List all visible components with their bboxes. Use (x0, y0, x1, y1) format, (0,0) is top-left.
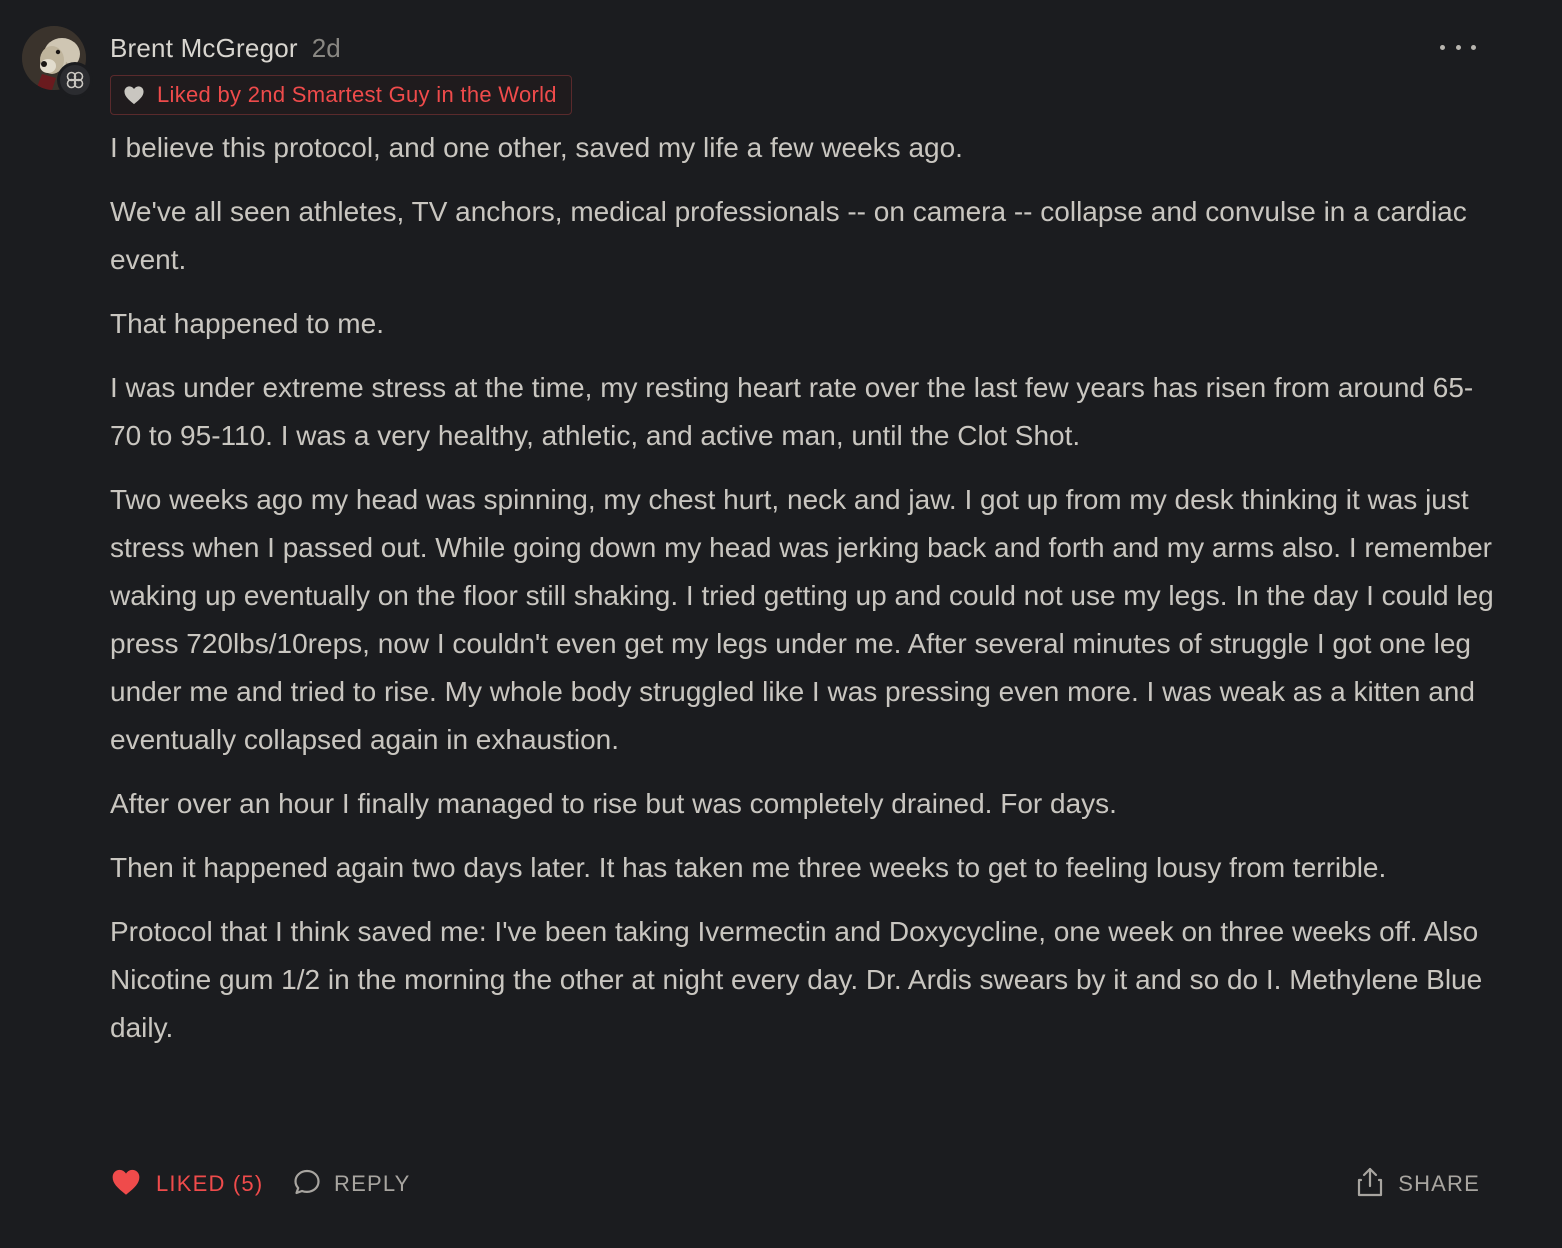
more-horizontal-icon-dot (1440, 44, 1445, 50)
comment-paragraph: Two weeks ago my head was spinning, my c… (110, 484, 1494, 755)
share-upload-icon (1356, 1166, 1384, 1203)
timestamp[interactable]: 2d (312, 33, 341, 64)
share-label: SHARE (1398, 1171, 1480, 1196)
comment-paragraph: After over an hour I finally managed to … (110, 788, 1117, 819)
liked-by-badge: Liked by 2nd Smartest Guy in the World (110, 75, 572, 115)
comment-paragraph: We've all seen athletes, TV anchors, med… (110, 196, 1467, 275)
comment-body: I believe this protocol, and one other, … (110, 124, 1500, 1068)
more-horizontal-icon-dot (1471, 44, 1476, 50)
comment-paragraph: That happened to me. (110, 308, 384, 339)
reply-button[interactable]: REPLY (292, 1162, 411, 1206)
liked-by-text: Liked by 2nd Smartest Guy in the World (157, 82, 557, 107)
heart-icon (123, 85, 145, 105)
more-horizontal-icon-dot (1455, 44, 1461, 50)
flower-badge-icon (57, 62, 93, 98)
comment-paragraph: I was under extreme stress at the time, … (110, 372, 1474, 451)
like-button[interactable]: LIKED (5) (110, 1162, 263, 1206)
more-options-button[interactable] (1440, 34, 1476, 60)
like-label: LIKED (5) (156, 1171, 264, 1196)
comment-header: Brent McGregor 2d (110, 30, 341, 66)
comment-paragraph: Then it happened again two days later. I… (110, 852, 1387, 883)
speech-bubble-icon (292, 1167, 322, 1202)
comment: Brent McGregor 2d Liked by 2nd Smartest … (0, 0, 1562, 1248)
author-name[interactable]: Brent McGregor (110, 33, 298, 64)
comment-actions: LIKED (5) REPLY SHARE (110, 1162, 1480, 1206)
heart-icon (110, 1168, 142, 1201)
comment-paragraph: I believe this protocol, and one other, … (110, 132, 963, 163)
comment-paragraph: Protocol that I think saved me: I've bee… (110, 916, 1483, 1043)
share-button[interactable]: SHARE (1356, 1162, 1480, 1206)
reply-label: REPLY (334, 1171, 411, 1196)
